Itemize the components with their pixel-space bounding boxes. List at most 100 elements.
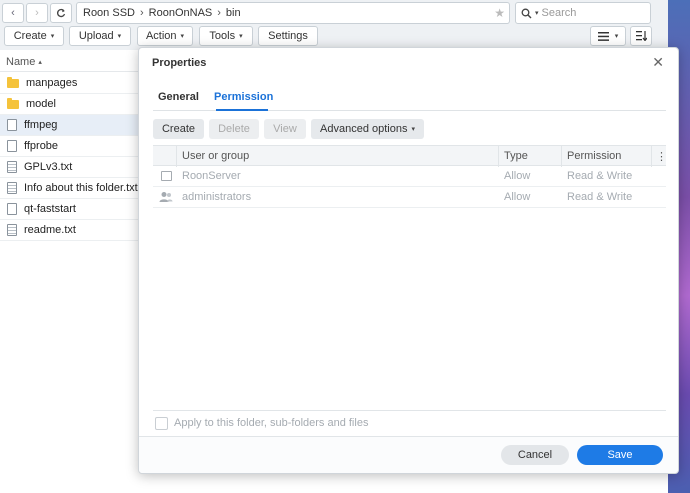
file-name: Info about this folder.txt bbox=[24, 182, 138, 194]
file-icon bbox=[7, 140, 17, 152]
dialog-tabs: General Permission bbox=[153, 88, 666, 111]
user-icon bbox=[161, 171, 172, 181]
file-row[interactable]: model bbox=[0, 94, 140, 115]
refresh-button[interactable] bbox=[50, 3, 72, 23]
file-row[interactable]: Info about this folder.txt bbox=[0, 178, 140, 199]
name-column-label: Name bbox=[6, 55, 36, 68]
permission-type: Allow bbox=[504, 191, 531, 203]
column-divider bbox=[176, 146, 177, 167]
chevron-down-icon: ▾ bbox=[180, 33, 185, 40]
column-divider bbox=[561, 146, 562, 167]
file-name: readme.txt bbox=[24, 224, 76, 236]
upload-menu-button[interactable]: Upload ▾ bbox=[69, 26, 131, 46]
column-divider bbox=[651, 146, 652, 167]
name-column-header[interactable]: Name ▴ bbox=[0, 52, 140, 72]
breadcrumb-separator-icon: › bbox=[217, 7, 221, 19]
tools-menu-button[interactable]: Tools ▾ bbox=[199, 26, 253, 46]
file-row[interactable]: qt-faststart bbox=[0, 199, 140, 220]
column-menu-icon[interactable]: ⋮ bbox=[656, 150, 667, 163]
apply-recursive-checkbox[interactable] bbox=[155, 417, 168, 430]
sort-ascending-icon: ▴ bbox=[38, 58, 42, 66]
file-row[interactable]: readme.txt bbox=[0, 220, 140, 241]
view-mode-button[interactable]: ▾ bbox=[590, 26, 626, 46]
close-icon[interactable]: ✕ bbox=[652, 54, 664, 71]
search-placeholder: Search bbox=[541, 7, 577, 19]
tab-general[interactable]: General bbox=[158, 91, 199, 103]
create-menu-button[interactable]: Create ▾ bbox=[4, 26, 64, 46]
permission-table: User or group Type Permission ⋮ RoonServ… bbox=[153, 145, 667, 208]
breadcrumb-separator-icon: › bbox=[139, 7, 144, 19]
document-icon bbox=[7, 161, 17, 173]
file-name: manpages bbox=[26, 77, 78, 89]
chevron-down-icon: ▾ bbox=[117, 33, 122, 40]
breadcrumb-item[interactable]: bin bbox=[226, 7, 241, 19]
permission-level: Read & Write bbox=[567, 170, 633, 182]
chevron-down-icon: ▾ bbox=[239, 33, 243, 40]
create-permission-button[interactable]: Create bbox=[153, 119, 204, 139]
breadcrumb-item[interactable]: RoonOnNAS bbox=[149, 7, 213, 19]
create-menu-label: Create bbox=[13, 30, 47, 42]
properties-dialog: Properties ✕ General Permission Create D… bbox=[138, 47, 679, 474]
file-name: ffmpeg bbox=[24, 119, 58, 131]
table-row[interactable]: administrators Allow Read & Write bbox=[153, 187, 666, 208]
sort-button[interactable] bbox=[630, 26, 652, 46]
file-icon bbox=[7, 119, 17, 131]
tools-menu-label: Tools bbox=[209, 30, 236, 42]
cancel-button[interactable]: Cancel bbox=[501, 445, 569, 465]
document-icon bbox=[7, 182, 17, 194]
search-input[interactable]: ▾ Search bbox=[515, 2, 651, 24]
file-name: qt-faststart bbox=[24, 203, 76, 215]
back-button[interactable]: ‹ bbox=[2, 3, 24, 23]
folder-icon bbox=[7, 76, 19, 88]
dialog-title: Properties bbox=[152, 57, 207, 69]
delete-permission-button[interactable]: Delete bbox=[209, 119, 259, 139]
chevron-down-icon: ▾ bbox=[614, 33, 619, 40]
search-dropdown-icon[interactable]: ▾ bbox=[535, 9, 539, 17]
group-icon bbox=[159, 192, 173, 202]
user-name: RoonServer bbox=[182, 170, 241, 182]
user-name: administrators bbox=[182, 191, 252, 203]
column-header-user[interactable]: User or group bbox=[182, 150, 249, 162]
forward-button[interactable]: › bbox=[26, 3, 48, 23]
favorite-star-icon[interactable]: ★ bbox=[494, 6, 505, 20]
file-row[interactable]: manpages bbox=[0, 73, 140, 94]
upload-menu-label: Upload bbox=[78, 30, 114, 42]
action-menu-button[interactable]: Action ▾ bbox=[137, 26, 193, 46]
column-divider bbox=[498, 146, 499, 167]
chevron-right-icon: › bbox=[35, 7, 39, 19]
search-icon bbox=[521, 8, 532, 18]
column-header-type[interactable]: Type bbox=[504, 150, 528, 162]
file-name: model bbox=[26, 98, 56, 110]
chevron-down-icon: ▾ bbox=[50, 33, 55, 40]
advanced-options-button[interactable]: Advanced options ▾ bbox=[311, 119, 424, 139]
active-tab-indicator bbox=[216, 109, 268, 111]
file-name: GPLv3.txt bbox=[24, 161, 73, 173]
file-row[interactable]: ffprobe bbox=[0, 136, 140, 157]
document-icon bbox=[7, 224, 17, 236]
permission-type: Allow bbox=[504, 170, 531, 182]
table-row[interactable]: RoonServer Allow Read & Write bbox=[153, 166, 666, 187]
action-menu-label: Action bbox=[145, 30, 177, 42]
chevron-left-icon: ‹ bbox=[11, 7, 15, 19]
breadcrumb[interactable]: Roon SSD › RoonOnNAS › bin ★ bbox=[76, 2, 510, 24]
settings-label: Settings bbox=[268, 30, 308, 42]
file-name: ffprobe bbox=[24, 140, 59, 152]
file-row[interactable]: GPLv3.txt bbox=[0, 157, 140, 178]
file-row[interactable]: ffmpeg bbox=[0, 115, 140, 136]
top-toolbar: ‹ › Roon SSD › RoonOnNAS › bin ★ ▾ Searc… bbox=[0, 0, 668, 50]
advanced-options-label: Advanced options bbox=[320, 123, 408, 135]
apply-recursive-label: Apply to this folder, sub-folders and fi… bbox=[174, 417, 369, 429]
list-view-icon bbox=[597, 31, 609, 41]
tab-permission[interactable]: Permission bbox=[214, 91, 273, 103]
permission-level: Read & Write bbox=[567, 191, 633, 203]
column-header-permission[interactable]: Permission bbox=[567, 150, 621, 162]
chevron-down-icon: ▾ bbox=[411, 126, 415, 133]
settings-button[interactable]: Settings bbox=[258, 26, 318, 46]
table-header: User or group Type Permission ⋮ bbox=[153, 145, 667, 167]
breadcrumb-item[interactable]: Roon SSD bbox=[83, 7, 135, 19]
apply-option: Apply to this folder, sub-folders and fi… bbox=[153, 410, 666, 435]
view-permission-button[interactable]: View bbox=[264, 119, 306, 139]
save-button[interactable]: Save bbox=[577, 445, 663, 465]
dialog-footer: Cancel Save bbox=[139, 436, 678, 473]
refresh-icon bbox=[57, 8, 66, 18]
